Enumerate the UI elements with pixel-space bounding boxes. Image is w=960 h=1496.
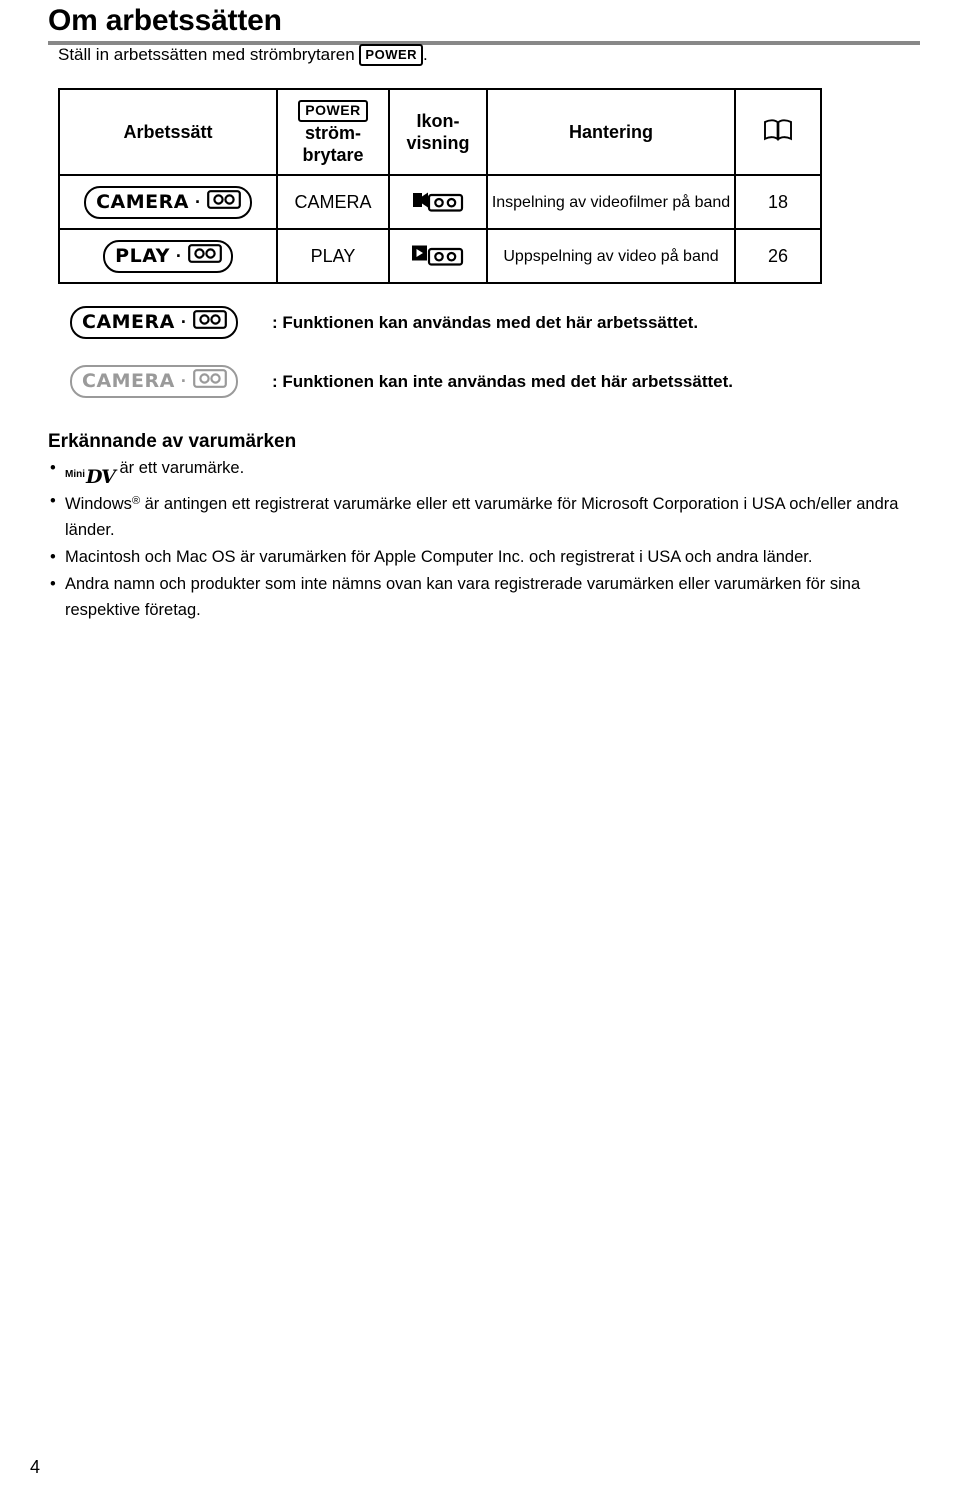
list-item: Mini DV är ett varumärke. [48,455,932,487]
mode-pill-camera-disabled: CAMERA · [70,365,238,398]
trademark-text-minidv: är ett varumärke. [119,459,245,477]
mode-pill-dot: · [194,191,201,212]
mode-pill-camera-active: CAMERA · [70,306,238,339]
legend-unavailable: CAMERA · : Funktionen kan inte användas … [70,365,930,398]
table-header-row: Arbetssätt POWER ström- brytare Ikon- vi… [58,88,822,176]
table-row: PLAY · PLAY Uppspelning av video på band… [58,228,822,284]
legend-available: CAMERA · : Funktionen kan användas med d… [70,306,930,339]
page-number: 4 [30,1457,41,1477]
mini-dv-dv-text: DV [86,466,116,488]
mini-dv-mini-text: Mini [65,469,85,480]
list-item: Macintosh och Mac OS är varumärken för A… [48,544,932,570]
table-row: CAMERA · CAMERA Inspelning av videofilme… [58,174,822,230]
header-mode: Arbetssätt [58,88,278,176]
cell-icon-play [388,228,488,284]
intro-line: Ställ in arbetssätten med strömbrytaren … [58,44,428,66]
tape-icon [192,369,227,393]
tape-icon [192,310,227,334]
mode-pill-camera: CAMERA · [84,185,252,219]
camera-tape-icon [410,186,466,214]
title-block: Om arbetssätten [48,4,920,45]
book-icon [763,118,793,147]
legend-available-text: : Funktionen kan användas med det här ar… [272,312,699,332]
mini-dv-logo-icon: Mini DV [65,466,116,488]
header-icon-line1: Ikon- [416,111,460,131]
intro-period: . [423,45,428,64]
trademark-text-windows-b: är antingen ett registrerat varumärke el… [65,495,899,539]
header-icon-line2: visning [406,133,470,153]
header-page-reference [734,88,822,176]
list-item: Windows® är antingen ett registrerat var… [48,488,932,543]
cell-page-play: 26 [734,228,822,284]
mode-pill-dot: · [180,312,187,332]
list-item: Andra namn och produkter som inte nämns … [48,571,932,623]
intro-text: Ställ in arbetssätten med strömbrytaren [58,45,355,64]
trademarks-heading: Erkännande av varumärken [48,431,297,452]
trademarks-list: Mini DV är ett varumärke. Windows® är an… [48,455,932,624]
mode-pill-label: CAMERA [96,190,189,213]
trademark-text-windows-a: Windows [65,495,132,513]
cell-handling-camera: Inspelning av videofilmer på band [486,174,736,230]
modes-table: Arbetssätt POWER ström- brytare Ikon- vi… [58,88,822,284]
play-tape-icon [410,240,466,268]
trademark-text-apple: Macintosh och Mac OS är varumärken för A… [65,548,813,566]
header-icon-display: Ikon- visning [388,88,488,176]
cell-power-camera: CAMERA [276,174,390,230]
tape-icon [187,243,222,268]
legend-available-icon: CAMERA · [70,306,256,339]
header-handling: Hantering [486,88,736,176]
document-page: Om arbetssätten Ställ in arbetssätten me… [0,0,960,1496]
cell-handling-play: Uppspelning av video på band [486,228,736,284]
legend-unavailable-icon: CAMERA · [70,365,256,398]
mode-pill-dot: · [175,245,182,266]
legend-unavailable-text: : Funktionen kan inte användas med det h… [272,371,733,391]
cell-mode-play: PLAY · [58,228,278,284]
registered-mark: ® [131,495,141,507]
mode-pill-play: PLAY · [103,239,233,273]
trademark-text-other: Andra namn och produkter som inte nämns … [65,575,861,619]
mode-pill-label: PLAY [115,244,170,267]
cell-mode-camera: CAMERA · [58,174,278,230]
cell-power-play: PLAY [276,228,390,284]
cell-icon-camera [388,174,488,230]
mode-pill-label: CAMERA [82,311,175,333]
power-badge-icon: POWER [298,99,368,122]
tape-icon [207,189,241,214]
page-title: Om arbetssätten [48,4,282,37]
header-power: POWER ström- brytare [276,88,390,176]
header-power-line2: brytare [302,144,364,165]
cell-page-camera: 18 [734,174,822,230]
power-badge-icon: POWER [359,44,424,66]
mode-pill-label: CAMERA [82,370,175,392]
mode-pill-dot: · [180,371,187,391]
header-power-line1: ström- [304,122,361,143]
